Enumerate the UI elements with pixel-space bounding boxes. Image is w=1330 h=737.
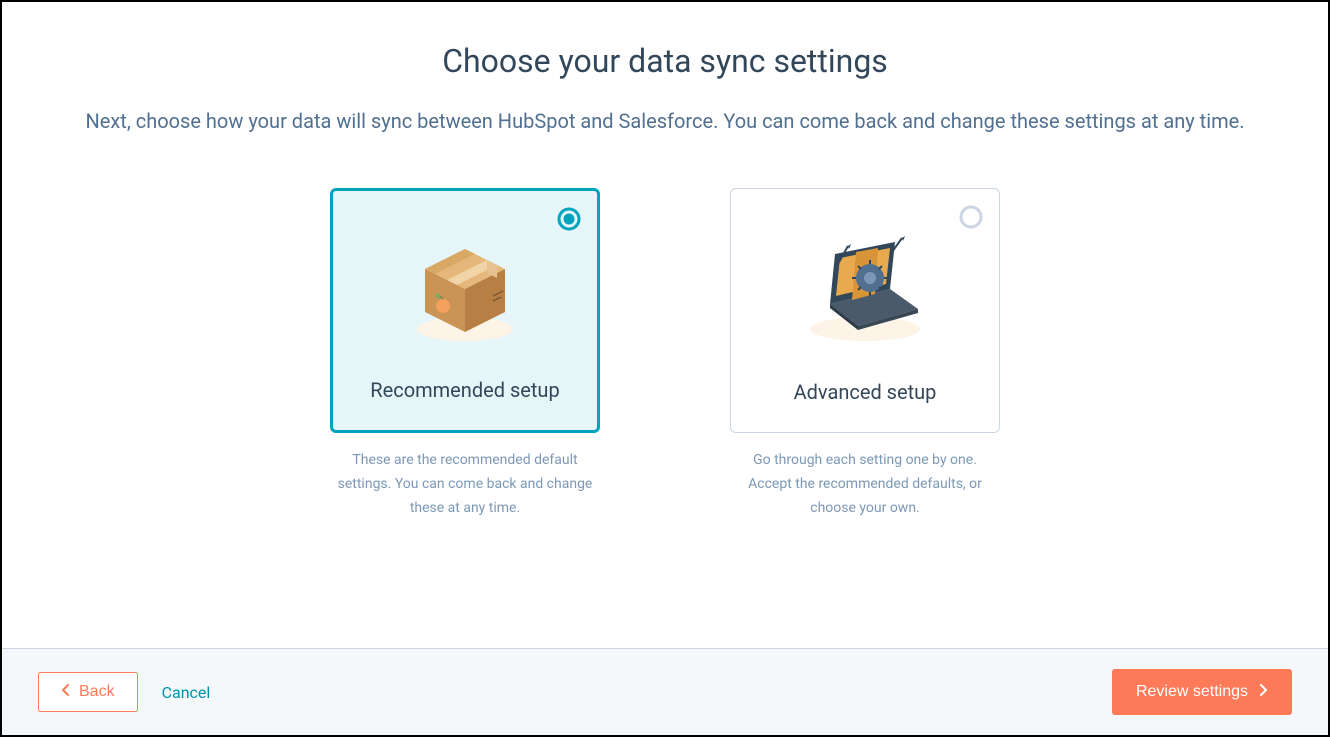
review-button-label: Review settings bbox=[1136, 683, 1248, 701]
footer-left: Back Cancel bbox=[38, 672, 210, 712]
review-settings-button[interactable]: Review settings bbox=[1112, 669, 1292, 715]
options-row: Recommended setup These are the recommen… bbox=[330, 188, 1000, 520]
chevron-left-icon bbox=[61, 683, 71, 701]
option-advanced-description: Go through each setting one by one. Acce… bbox=[730, 449, 1000, 520]
main-content: Choose your data sync settings Next, cho… bbox=[2, 2, 1328, 648]
page-subtitle: Next, choose how your data will sync bet… bbox=[85, 104, 1244, 138]
option-advanced-title: Advanced setup bbox=[794, 380, 937, 404]
option-recommended-column: Recommended setup These are the recommen… bbox=[330, 188, 600, 520]
radio-selected-icon bbox=[557, 207, 581, 231]
chevron-right-icon bbox=[1258, 683, 1268, 701]
option-advanced-column: Advanced setup Go through each setting o… bbox=[730, 188, 1000, 520]
cancel-link[interactable]: Cancel bbox=[162, 683, 211, 702]
footer-bar: Back Cancel Review settings bbox=[2, 648, 1328, 735]
laptop-illustration-icon bbox=[749, 207, 981, 370]
option-recommended-card[interactable]: Recommended setup bbox=[330, 188, 600, 433]
option-advanced-card[interactable]: Advanced setup bbox=[730, 188, 1000, 433]
radio-unselected-icon bbox=[959, 205, 983, 229]
back-button-label: Back bbox=[79, 683, 115, 701]
option-recommended-description: These are the recommended default settin… bbox=[330, 449, 600, 520]
back-button[interactable]: Back bbox=[38, 672, 138, 712]
box-illustration-icon bbox=[351, 209, 579, 368]
page-title: Choose your data sync settings bbox=[442, 42, 888, 80]
option-recommended-title: Recommended setup bbox=[370, 378, 559, 402]
